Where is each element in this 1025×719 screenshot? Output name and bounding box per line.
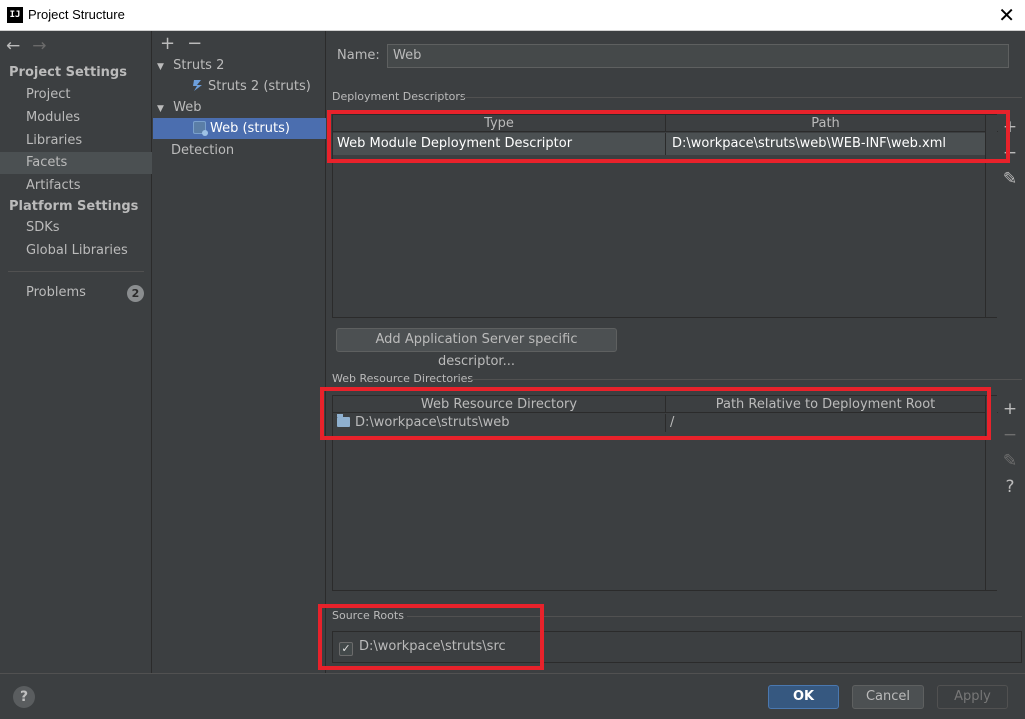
platform-settings-header: Platform Settings	[9, 199, 139, 214]
project-settings-header: Project Settings	[9, 65, 127, 80]
web-resource-toolbar: + − ✎ ?	[1002, 396, 1018, 500]
edit-directory-icon[interactable]: ✎	[1002, 448, 1018, 474]
help-icon[interactable]: ?	[13, 686, 35, 708]
nav-item-sdks[interactable]: SDKs	[0, 217, 152, 239]
table-scrollbar[interactable]	[985, 396, 997, 590]
struts-icon	[193, 80, 202, 91]
descriptor-type-cell: Web Module Deployment Descriptor	[333, 133, 666, 155]
nav-item-modules[interactable]: Modules	[0, 107, 152, 129]
tree-node-label: Detection	[171, 143, 235, 158]
add-directory-icon[interactable]: +	[1002, 396, 1018, 422]
descriptor-toolbar: + − ✎	[1002, 114, 1018, 192]
window-title: Project Structure	[28, 7, 125, 22]
directory-path: D:\workpace\struts\web	[355, 415, 510, 430]
table-scrollbar[interactable]	[985, 115, 997, 317]
tree-node-label: Web (struts)	[210, 121, 290, 136]
web-resource-directories-title: Web Resource Directories	[332, 372, 474, 385]
name-input[interactable]: Web	[387, 44, 1009, 68]
apply-button[interactable]: Apply	[937, 685, 1008, 709]
column-header-path[interactable]: Path	[666, 115, 986, 132]
source-root-checkbox[interactable]: ✓	[339, 642, 353, 656]
tree-toolbar: + −	[160, 33, 214, 54]
tree-node-detection[interactable]: Detection	[153, 140, 326, 161]
tree-node-struts2-group[interactable]: ▼ Struts 2	[153, 55, 326, 76]
remove-descriptor-icon[interactable]: −	[1002, 140, 1018, 166]
remove-facet-icon[interactable]: −	[187, 33, 202, 54]
add-descriptor-icon[interactable]: +	[1002, 114, 1018, 140]
tree-node-label: Struts 2 (struts)	[208, 79, 311, 94]
history-nav: ← →	[6, 36, 59, 56]
intellij-app-icon: IJ	[7, 7, 23, 23]
relative-path-cell: /	[666, 414, 986, 432]
nav-divider	[8, 271, 144, 272]
title-bar: IJ Project Structure ✕	[0, 0, 1025, 31]
table-row[interactable]: Web Module Deployment Descriptor D:\work…	[333, 133, 986, 155]
section-divider	[470, 379, 1022, 380]
add-facet-icon[interactable]: +	[160, 33, 175, 54]
source-root-path: D:\workpace\struts\src	[359, 639, 506, 654]
descriptor-path-cell: D:\workpace\struts\web\WEB-INF\web.xml	[666, 133, 986, 155]
facet-tree-panel: + − ▼ Struts 2 Struts 2 (struts) ▼ Web We…	[153, 31, 326, 673]
web-facet-icon	[193, 121, 208, 136]
back-arrow-icon[interactable]: ←	[6, 36, 20, 56]
table-header: Web Resource Directory Path Relative to …	[333, 396, 998, 413]
ok-button[interactable]: OK	[768, 685, 839, 709]
nav-item-artifacts[interactable]: Artifacts	[0, 175, 152, 197]
tree-node-struts2-facet[interactable]: Struts 2 (struts)	[153, 76, 326, 97]
cancel-button[interactable]: Cancel	[852, 685, 924, 709]
settings-nav-panel: ← → Project Settings Project Modules Libr…	[0, 31, 152, 673]
web-resource-directories-table: Web Resource Directory Path Relative to …	[332, 395, 998, 591]
problems-count-badge: 2	[127, 285, 144, 302]
dialog-button-bar: ? OK Cancel Apply	[0, 673, 1025, 719]
nav-item-libraries[interactable]: Libraries	[0, 130, 152, 152]
table-row[interactable]: D:\workpace\struts\web /	[333, 414, 986, 432]
web-folder-icon	[337, 414, 350, 427]
tree-node-web-facet[interactable]: Web (struts)	[153, 118, 326, 139]
source-root-item[interactable]: ✓ D:\workpace\struts\src	[339, 639, 506, 656]
add-server-descriptor-button[interactable]: Add Application Server specific descript…	[336, 328, 617, 369]
tree-node-label: Web	[173, 100, 202, 115]
deployment-descriptors-title: Deployment Descriptors	[332, 90, 466, 103]
directory-cell: D:\workpace\struts\web	[333, 414, 666, 432]
section-divider	[462, 97, 1022, 98]
help-icon[interactable]: ?	[1002, 474, 1018, 500]
column-header-type[interactable]: Type	[333, 115, 666, 132]
column-header-relative-path[interactable]: Path Relative to Deployment Root	[666, 396, 986, 413]
nav-item-project[interactable]: Project	[0, 84, 152, 106]
facet-editor-panel: Name: Web Deployment Descriptors Type Pa…	[327, 31, 1025, 673]
nav-item-global-libraries[interactable]: Global Libraries	[0, 240, 152, 262]
column-header-directory[interactable]: Web Resource Directory	[333, 396, 666, 413]
table-header: Type Path	[333, 115, 998, 132]
tree-node-web-group[interactable]: ▼ Web	[153, 97, 326, 118]
expand-caret-icon[interactable]: ▼	[157, 57, 169, 78]
close-window-button[interactable]: ✕	[998, 4, 1015, 26]
remove-directory-icon[interactable]: −	[1002, 422, 1018, 448]
nav-item-facets[interactable]: Facets	[0, 152, 152, 174]
edit-descriptor-icon[interactable]: ✎	[1002, 166, 1018, 192]
name-label: Name:	[337, 48, 380, 63]
source-roots-title: Source Roots	[332, 609, 404, 622]
forward-arrow-icon[interactable]: →	[32, 36, 46, 56]
deployment-descriptors-table: Type Path Web Module Deployment Descript…	[332, 114, 998, 318]
section-divider	[407, 616, 1022, 617]
nav-item-problems[interactable]: Problems 2	[0, 282, 152, 304]
expand-caret-icon[interactable]: ▼	[157, 99, 169, 120]
problems-label: Problems	[26, 285, 86, 300]
tree-node-label: Struts 2	[173, 58, 225, 73]
source-roots-list: ✓ D:\workpace\struts\src	[332, 631, 1022, 663]
